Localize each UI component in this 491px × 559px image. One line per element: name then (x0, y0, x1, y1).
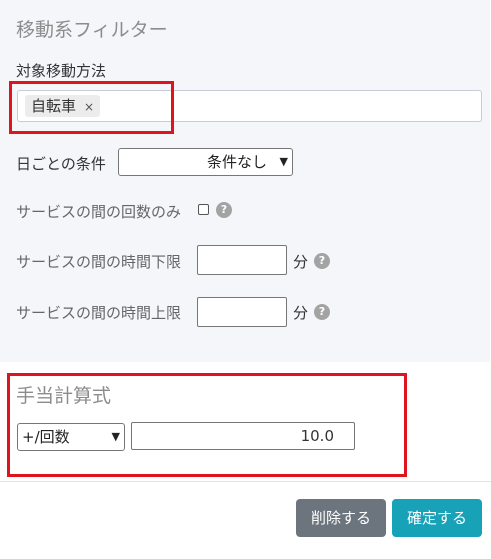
allowance-title: 手当計算式 (16, 385, 112, 407)
time-min-input[interactable] (197, 245, 287, 275)
time-max-input[interactable] (197, 297, 287, 327)
formula-type-select[interactable]: +/回数 ▼ (17, 423, 125, 451)
transport-label: 対象移動方法 (16, 62, 107, 80)
chevron-down-icon: ▼ (279, 155, 288, 168)
question-circle-icon[interactable]: ? (314, 304, 330, 320)
close-icon[interactable]: × (84, 100, 94, 114)
question-circle-icon[interactable]: ? (216, 202, 232, 218)
time-max-unit: 分 (293, 304, 309, 322)
time-min-label: サービスの間の時間下限 (16, 253, 182, 271)
daily-condition-label: 日ごとの条件 (16, 155, 106, 173)
daily-condition-select[interactable]: 条件なし ▼ (118, 148, 293, 176)
question-circle-icon[interactable]: ? (314, 253, 330, 269)
chevron-down-icon: ▼ (111, 430, 120, 443)
filter-title: 移動系フィルター (16, 19, 168, 41)
formula-value-input[interactable]: 10.0 (131, 422, 355, 450)
count-only-label: サービスの間の回数のみ (16, 203, 182, 221)
transport-tag-input[interactable]: 自転車 × (17, 90, 482, 122)
selected-tag-label: 自転車 (31, 97, 77, 115)
time-max-label: サービスの間の時間上限 (16, 304, 182, 322)
time-min-unit: 分 (293, 253, 309, 271)
footer-divider (0, 481, 491, 482)
delete-button[interactable]: 削除する (296, 499, 386, 537)
formula-type-value: +/回数 (22, 428, 70, 446)
confirm-button[interactable]: 確定する (392, 499, 482, 537)
daily-condition-value: 条件なし (207, 153, 268, 171)
selected-tag: 自転車 × (25, 95, 101, 117)
count-only-checkbox[interactable] (198, 204, 209, 215)
